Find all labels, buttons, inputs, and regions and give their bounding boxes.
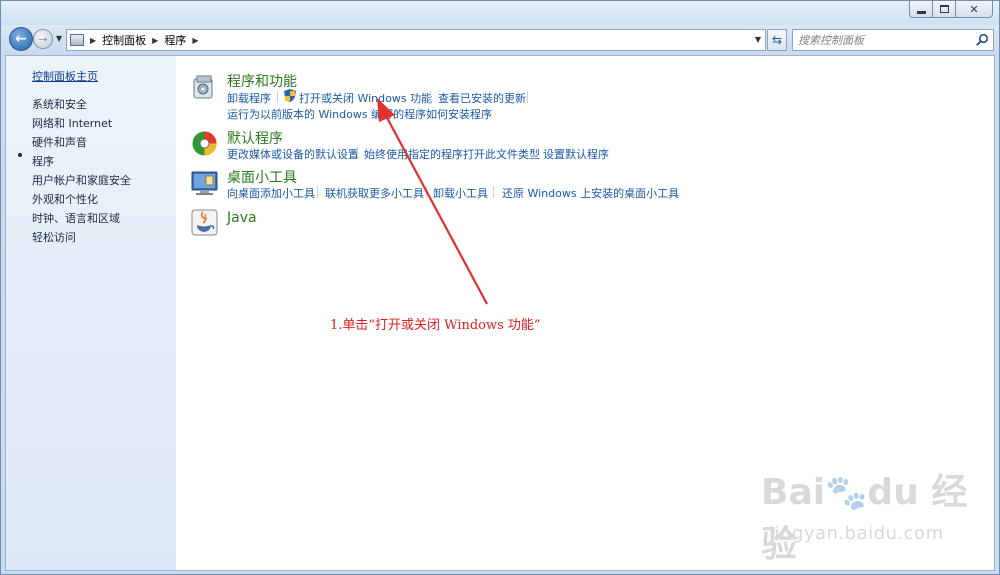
link-run-older-programs[interactable]: 运行为以前版本的 Windows 编写的程序 (227, 106, 426, 122)
navigation-bar: ← → ▼ ▶ 控制面板 ▶ 程序 ▶ ▼ ⇆ (1, 25, 999, 53)
arrow-right-icon: → (38, 32, 48, 46)
recent-pages-dropdown[interactable]: ▼ (56, 34, 62, 43)
java-icon (191, 209, 218, 236)
category-title-java[interactable]: Java (227, 210, 257, 226)
sidebar-item-programs[interactable]: 程序 (32, 153, 54, 169)
arrow-left-icon: ← (15, 31, 27, 47)
link-turn-windows-features[interactable]: 打开或关闭 Windows 功能 (299, 90, 432, 106)
link-separator (357, 147, 358, 159)
chevron-right-icon[interactable]: ▶ (152, 36, 158, 45)
watermark: Bai🐾du 经验 jingyan.baidu.com (761, 463, 971, 565)
search-icon[interactable] (975, 33, 989, 47)
category-title-default-programs[interactable]: 默认程序 (227, 128, 283, 148)
minimize-button[interactable] (909, 1, 933, 18)
address-bar[interactable]: ▶ 控制面板 ▶ 程序 ▶ ▼ (66, 29, 766, 51)
link-always-use-program[interactable]: 始终使用指定的程序打开此文件类型 (364, 146, 540, 162)
chevron-right-icon[interactable]: ▶ (192, 36, 198, 45)
close-button[interactable]: ✕ (955, 1, 993, 18)
category-title-programs-features[interactable]: 程序和功能 (227, 71, 297, 91)
maximize-icon (939, 5, 949, 13)
title-bar: ✕ (1, 1, 999, 25)
baidu-jingyan-logo: Bai🐾du 经验 (761, 472, 968, 565)
refresh-button[interactable]: ⇆ (767, 29, 787, 51)
desktop-gadgets-icon (191, 171, 218, 195)
link-how-to-install[interactable]: 如何安装程序 (426, 106, 492, 122)
link-get-more-gadgets[interactable]: 联机获取更多小工具 (325, 185, 424, 201)
sidebar-item-system-security[interactable]: 系统和安全 (32, 96, 87, 112)
minimize-icon (916, 10, 926, 14)
link-view-installed-updates[interactable]: 查看已安装的更新 (438, 90, 526, 106)
link-restore-gadgets[interactable]: 还原 Windows 上安装的桌面小工具 (502, 185, 679, 201)
link-set-default-programs[interactable]: 设置默认程序 (543, 146, 609, 162)
link-separator (430, 91, 431, 103)
maximize-button[interactable] (932, 1, 956, 18)
link-separator (426, 186, 427, 198)
sidebar-home-link[interactable]: 控制面板主页 (32, 68, 98, 84)
link-separator (277, 91, 278, 103)
chevron-right-icon[interactable]: ▶ (90, 36, 96, 45)
breadcrumb-control-panel[interactable]: 控制面板 (102, 32, 146, 48)
sidebar: 控制面板主页 系统和安全 网络和 Internet 硬件和声音 程序 用户帐户和… (6, 56, 176, 570)
uac-shield-icon (284, 89, 296, 102)
control-panel-icon (70, 34, 84, 46)
breadcrumb-programs[interactable]: 程序 (164, 32, 186, 48)
link-separator (317, 186, 318, 198)
sidebar-item-ease-of-access[interactable]: 轻松访问 (32, 229, 76, 245)
annotation-text: 1.单击“打开或关闭 Windows 功能” (330, 318, 541, 333)
control-panel-window: ✕ ← → ▼ ▶ 控制面板 ▶ 程序 ▶ ▼ ⇆ 控制面板主页 系统和安全 网… (0, 0, 1000, 575)
refresh-icon: ⇆ (771, 33, 783, 47)
address-dropdown-icon[interactable]: ▼ (755, 35, 761, 44)
sidebar-item-user-accounts[interactable]: 用户帐户和家庭安全 (32, 172, 131, 188)
forward-button[interactable]: → (33, 29, 53, 49)
sidebar-item-appearance[interactable]: 外观和个性化 (32, 191, 98, 207)
search-input[interactable] (798, 33, 976, 47)
category-title-desktop-gadgets[interactable]: 桌面小工具 (227, 167, 297, 187)
sidebar-item-network[interactable]: 网络和 Internet (32, 115, 112, 131)
sidebar-item-hardware-sound[interactable]: 硬件和声音 (32, 134, 87, 150)
link-change-media-defaults[interactable]: 更改媒体或设备的默认设置 (227, 146, 359, 162)
default-programs-icon (192, 131, 217, 156)
link-separator (527, 91, 528, 103)
link-uninstall-program[interactable]: 卸载程序 (227, 90, 271, 106)
programs-features-icon (193, 75, 213, 99)
link-add-gadgets[interactable]: 向桌面添加小工具 (227, 185, 315, 201)
search-box (792, 29, 994, 51)
link-separator (418, 107, 419, 119)
link-uninstall-gadget[interactable]: 卸载小工具 (433, 185, 488, 201)
link-separator (534, 147, 535, 159)
sidebar-item-clock-region[interactable]: 时钟、语言和区域 (32, 210, 120, 226)
close-icon: ✕ (969, 2, 979, 16)
watermark-url: jingyan.baidu.com (769, 523, 944, 544)
selected-bullet-icon (18, 153, 22, 157)
link-separator (493, 186, 494, 198)
back-button[interactable]: ← (9, 27, 33, 51)
